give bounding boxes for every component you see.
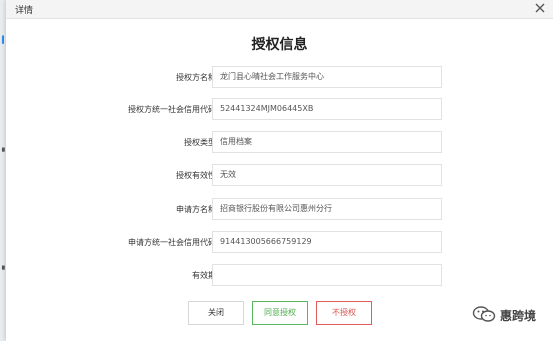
dialog-titlebar: 详情 <box>6 0 553 19</box>
auth-type-field[interactable]: 信用档案 <box>212 131 442 153</box>
field-label: 申请方名称 <box>176 205 216 214</box>
grantor-name-field[interactable]: 龙门县心晴社会工作服务中心 <box>212 66 442 88</box>
field-row-grantor-credit-code: 授权方统一社会信用代码 52441324MJM06445XB <box>6 98 553 122</box>
field-label: 授权有效性 <box>176 171 216 180</box>
field-label: 授权方名称 <box>176 73 216 82</box>
applicant-name-field[interactable]: 招商银行股份有限公司惠州分行 <box>212 198 442 220</box>
auth-validity-field[interactable]: 无效 <box>212 164 442 186</box>
wechat-icon <box>472 306 496 322</box>
field-row-applicant-name: 申请方名称 招商银行股份有限公司惠州分行 <box>6 198 553 222</box>
detail-dialog: 详情 授权信息 授权方名称 龙门县心晴社会工作服务中心 授权方统一社会信用代码 … <box>6 0 553 341</box>
field-label: 授权方统一社会信用代码 <box>128 105 216 114</box>
grantor-credit-code-field[interactable]: 52441324MJM06445XB <box>212 98 442 120</box>
dialog-title: 详情 <box>15 6 34 16</box>
field-row-applicant-credit-code: 申请方统一社会信用代码 914413005666759129 <box>6 231 553 255</box>
applicant-credit-code-field[interactable]: 914413005666759129 <box>212 231 442 253</box>
validity-period-field[interactable] <box>212 264 442 286</box>
field-row-auth-validity: 授权有效性 无效 <box>6 164 553 188</box>
field-row-auth-type: 授权类型 信用档案 <box>6 131 553 155</box>
field-row-validity-period: 有效期 <box>6 264 553 288</box>
form-title: 授权信息 <box>251 37 308 53</box>
deny-authorization-button[interactable]: 不授权 <box>316 301 372 325</box>
close-icon[interactable] <box>533 1 547 15</box>
field-row-grantor-name: 授权方名称 龙门县心晴社会工作服务中心 <box>6 66 553 90</box>
close-button[interactable]: 关闭 <box>188 301 244 325</box>
watermark-text: 惠跨境 <box>500 309 537 323</box>
agree-authorization-button[interactable]: 同意授权 <box>252 301 308 325</box>
field-label: 申请方统一社会信用代码 <box>128 238 216 247</box>
